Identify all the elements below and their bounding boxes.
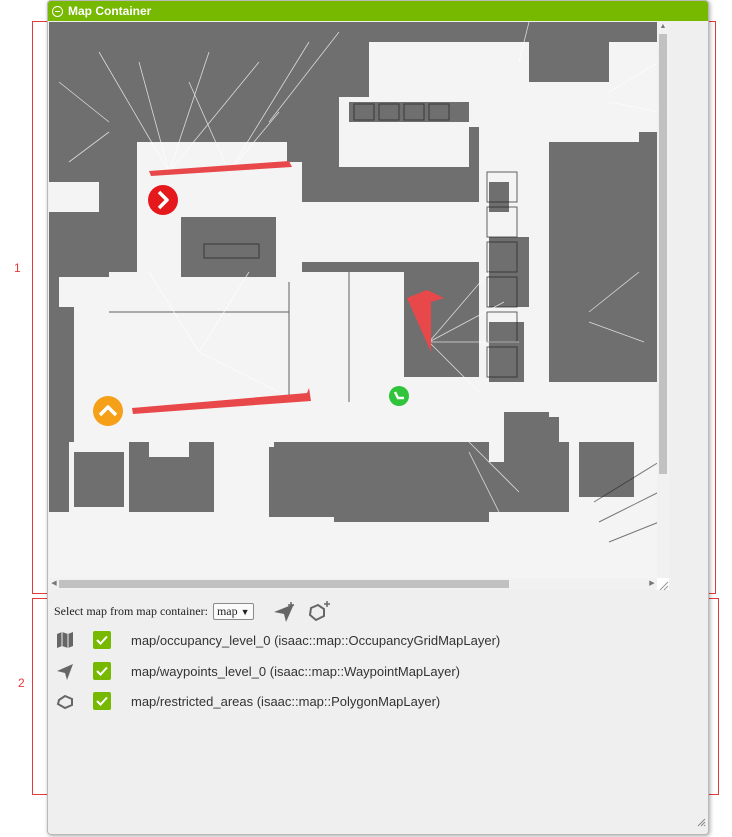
dropdown-arrow-icon: ▼ bbox=[240, 606, 250, 617]
waypoint-marker-green[interactable] bbox=[389, 386, 409, 406]
map-selector-label: Select map from map container: bbox=[54, 603, 208, 618]
scroll-left-icon[interactable]: ◀ bbox=[49, 578, 59, 590]
waypoint-marker-orange[interactable] bbox=[93, 396, 123, 426]
add-polygon-icon bbox=[308, 601, 330, 622]
waypoint-marker-red[interactable] bbox=[148, 185, 178, 215]
window-titlebar[interactable]: Map Container bbox=[48, 1, 708, 21]
vertical-scroll-thumb[interactable] bbox=[659, 34, 667, 474]
map-vertical-scrollbar[interactable]: ▲ bbox=[657, 22, 669, 578]
layer-checkbox-waypoints[interactable] bbox=[93, 662, 111, 680]
layer-label: map/occupancy_level_0 (isaac::map::Occup… bbox=[131, 632, 501, 648]
layer-row-waypoints: map/waypoints_level_0 (isaac::map::Waypo… bbox=[54, 660, 460, 682]
waypoint-arrow-icon bbox=[54, 661, 76, 681]
collapse-icon[interactable] bbox=[52, 5, 63, 17]
map-select-value: map bbox=[216, 603, 238, 618]
layer-label: map/waypoints_level_0 (isaac::map::Waypo… bbox=[131, 663, 461, 679]
map-horizontal-scrollbar[interactable]: ◀ ▶ bbox=[49, 578, 657, 590]
layer-row-restricted: map/restricted_areas (isaac::map::Polygo… bbox=[54, 690, 440, 712]
layer-checkbox-restricted[interactable] bbox=[93, 692, 111, 710]
map-selector-row: Select map from map container: map ▼ bbox=[54, 600, 330, 622]
layer-row-occupancy: map/occupancy_level_0 (isaac::map::Occup… bbox=[54, 629, 500, 651]
polygon-icon bbox=[54, 691, 76, 711]
add-waypoint-icon bbox=[273, 602, 294, 622]
occupancy-map[interactable] bbox=[49, 22, 669, 578]
layer-label: map/restricted_areas (isaac::map::Polygo… bbox=[131, 693, 441, 709]
add-polygon-button[interactable] bbox=[306, 600, 330, 622]
map-icon bbox=[54, 630, 76, 650]
map-canvas[interactable] bbox=[49, 22, 669, 578]
annotation-label-1: 1 bbox=[14, 261, 21, 275]
add-waypoint-button[interactable] bbox=[272, 600, 296, 622]
scroll-up-icon[interactable]: ▲ bbox=[657, 22, 669, 32]
scroll-right-icon[interactable]: ▶ bbox=[647, 578, 657, 590]
map-container-window: Map Container ▲ ◀ ▶ Select map from map … bbox=[47, 0, 709, 835]
annotation-label-2: 2 bbox=[18, 676, 25, 690]
scroll-corner bbox=[657, 578, 669, 591]
resize-handle-icon[interactable] bbox=[696, 814, 706, 832]
map-select-dropdown[interactable]: map ▼ bbox=[212, 602, 254, 620]
window-title: Map Container bbox=[68, 4, 152, 18]
horizontal-scroll-thumb[interactable] bbox=[59, 580, 509, 588]
layer-checkbox-occupancy[interactable] bbox=[93, 631, 111, 649]
